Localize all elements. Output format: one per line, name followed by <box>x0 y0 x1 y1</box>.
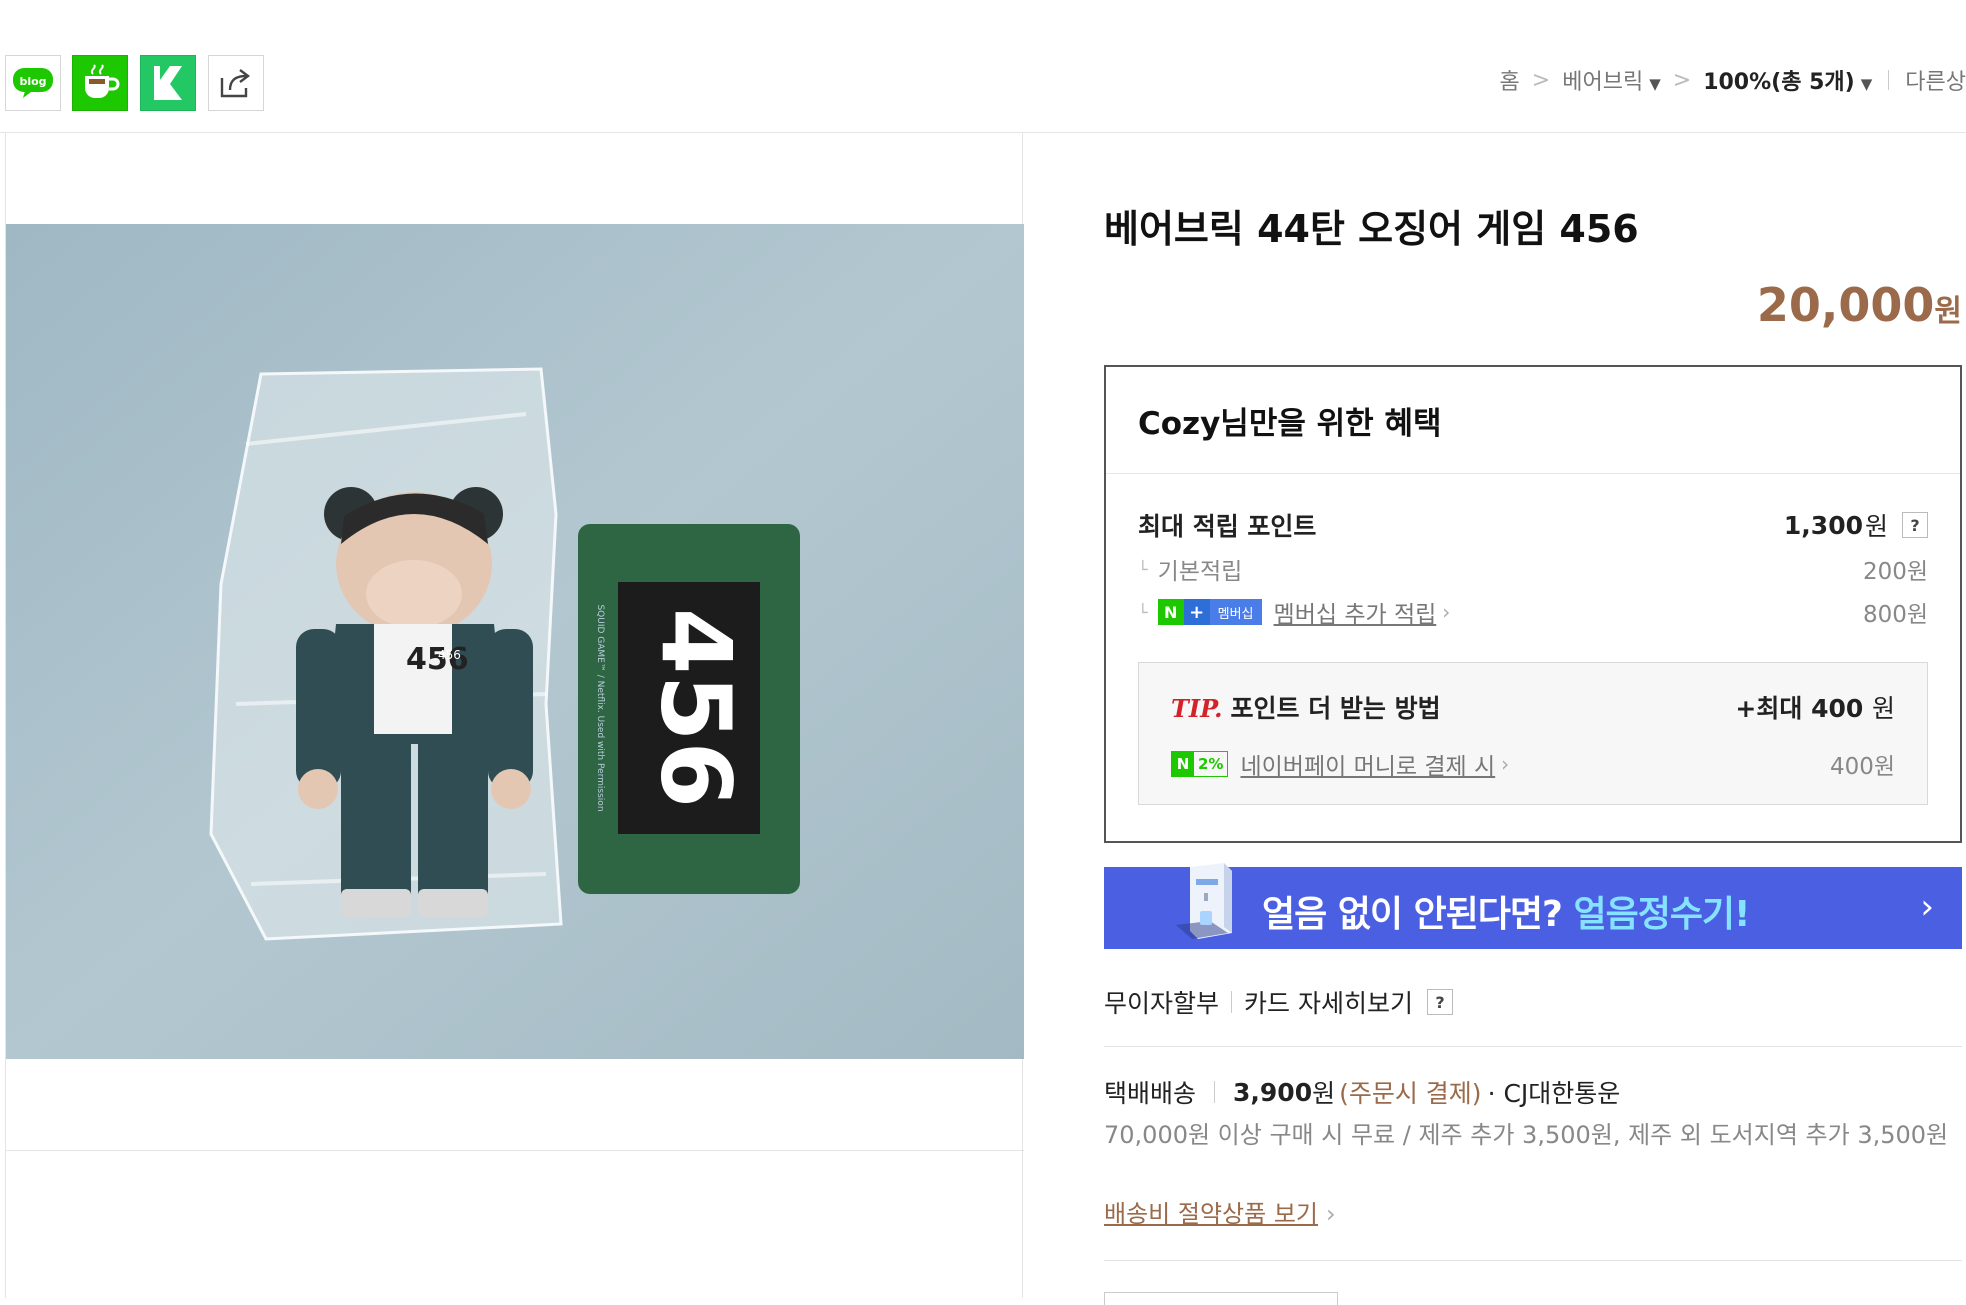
tip-amount-prefix: +최대 <box>1735 694 1803 723</box>
basic-points-value: 200원 <box>1862 559 1928 585</box>
svg-text:SQUID GAME™ / Netflix. Used wi: SQUID GAME™ / Netflix. Used with Permiss… <box>595 604 605 811</box>
membership-points-row: └ N + 멤버십 멤버십 추가 적립 › 800원 <box>1138 595 1928 629</box>
product-photo[interactable]: 456 456 456 SQUID GAME™ / Netflix. Used … <box>6 224 1024 1059</box>
tip-row: TIP. 포인트 더 받는 방법 +최대 400 원 <box>1171 689 1895 725</box>
band-share-button[interactable] <box>140 55 196 111</box>
shipping-fee: 3,900 <box>1233 1077 1313 1107</box>
npay-2percent-badge: N 2% <box>1171 751 1229 777</box>
tip-label: 포인트 더 받는 방법 <box>1230 694 1441 723</box>
shipping-method: 택배배송 <box>1104 1079 1197 1108</box>
banner-text: 얼음 없이 안된다면? 얼음정수기! <box>1262 885 1750 937</box>
chevron-right-icon[interactable]: › <box>1920 887 1934 927</box>
product-image-panel: 456 456 456 SQUID GAME™ / Netflix. Used … <box>5 132 1024 1298</box>
shipping-saver-label: 배송비 절약상품 보기 <box>1104 1200 1318 1228</box>
tip-amount-unit: 원 <box>1871 694 1895 723</box>
chevron-down-icon: ▼ <box>1860 75 1873 93</box>
divider <box>1104 1260 1962 1261</box>
max-points-label: 최대 적립 포인트 <box>1138 512 1317 541</box>
shipping-policy: 70,000원 이상 구매 시 무료 / 제주 추가 3,500원, 제주 외 … <box>1104 1121 1949 1149</box>
top-bar: blog 홈 > 베어브릭 ▼ > 100%(총 5개) ▼ 다른상 <box>0 0 1966 133</box>
membership-badge-label: 멤버십 <box>1209 599 1262 625</box>
share-button[interactable] <box>208 55 264 111</box>
blog-icon: blog <box>13 68 53 98</box>
cafe-icon <box>85 64 120 98</box>
tip-box: TIP. 포인트 더 받는 방법 +최대 400 원 N 2% 네이버페이 머니로 … <box>1138 662 1928 805</box>
blog-share-button[interactable]: blog <box>5 55 61 111</box>
shipping-courier: · CJ대한통운 <box>1487 1079 1621 1108</box>
breadcrumb: 홈 > 베어브릭 ▼ > 100%(총 5개) ▼ 다른상 <box>1500 64 1966 96</box>
chevron-right-icon: › <box>1501 752 1510 776</box>
divider <box>6 1150 1024 1151</box>
divider <box>1888 70 1890 90</box>
membership-points-value: 800원 <box>1862 602 1928 628</box>
membership-points-link[interactable]: 멤버십 추가 적립 <box>1274 595 1437 629</box>
chevron-right-icon: › <box>1325 1200 1336 1228</box>
breadcrumb-percent[interactable]: 100%(총 5개) ▼ <box>1703 64 1872 96</box>
chevron-right-icon: › <box>1442 600 1451 624</box>
water-purifier-icon <box>1176 863 1232 939</box>
divider <box>1104 1046 1962 1047</box>
shipping-saver-link[interactable]: 배송비 절약상품 보기 › <box>1104 1194 1336 1229</box>
shipping-fee-note: (주문시 결제) <box>1339 1079 1482 1108</box>
tip-amount-value: 400 <box>1811 694 1864 723</box>
benefit-box: Cozy님만을 위한 혜택 최대 적립 포인트 1,300 원 ? └ 기본적립 2… <box>1104 365 1962 843</box>
svg-text:456: 456 <box>640 608 752 808</box>
points-help-button[interactable]: ? <box>1902 512 1928 538</box>
max-points-unit: 원 <box>1864 512 1888 541</box>
product-title: 베어브릭 44탄 오징어 게임 456 <box>1104 207 1639 251</box>
basic-points-label: 기본적립 <box>1157 559 1243 585</box>
basic-points-row: └ 기본적립 200원 <box>1138 552 1928 586</box>
chevron-down-icon: ▼ <box>1649 75 1661 93</box>
max-points-value: 1,300 <box>1783 510 1863 540</box>
naver-membership-badge: N + 멤버십 <box>1157 599 1262 625</box>
npay-row: N 2% 네이버페이 머니로 결제 시 › 400원 <box>1171 747 1895 781</box>
card-help-button[interactable]: ? <box>1426 989 1453 1015</box>
tip-amount: +최대 400 원 <box>1735 689 1895 725</box>
npay-money-link[interactable]: 네이버페이 머니로 결제 시 <box>1240 747 1495 781</box>
tip-word: TIP. <box>1171 694 1223 723</box>
naver-pay-icon: N <box>1172 752 1194 776</box>
breadcrumb-home[interactable]: 홈 <box>1500 64 1520 96</box>
breadcrumb-separator: > <box>1672 67 1692 93</box>
shipping-row: 택배배송 3,900 원 (주문시 결제) · CJ대한통운 <box>1104 1074 1620 1110</box>
breadcrumb-category[interactable]: 베어브릭 ▼ <box>1562 64 1661 96</box>
svg-text:456: 456 <box>438 648 461 662</box>
price-value: 20,000 <box>1756 278 1935 332</box>
cafe-share-button[interactable] <box>72 55 128 111</box>
payment-row: 무이자할부 카드 자세히보기 ? <box>1104 984 1453 1020</box>
benefit-heading: Cozy님만을 위한 혜택 <box>1106 367 1960 474</box>
shipping-fee-unit: 원 <box>1312 1079 1336 1108</box>
svg-text:blog: blog <box>19 75 46 88</box>
divider <box>1214 1081 1216 1103</box>
max-points-row: 최대 적립 포인트 1,300 원 ? <box>1138 507 1928 543</box>
share-icon <box>220 69 250 98</box>
max-points-amount: 1,300 원 ? <box>1784 507 1928 543</box>
breadcrumb-category-label: 베어브릭 <box>1562 70 1644 95</box>
naver-n-icon: N <box>1157 599 1184 625</box>
option-select-box[interactable] <box>1104 1292 1338 1305</box>
banner-text-highlight: 얼음정수기! <box>1573 894 1750 935</box>
divider <box>1231 991 1233 1013</box>
product-price: 20,000원 <box>1757 278 1962 332</box>
npay-points-value: 400원 <box>1829 754 1895 780</box>
card-detail-link[interactable]: 카드 자세히보기 <box>1244 984 1413 1020</box>
tree-elbow-icon: └ <box>1138 602 1148 622</box>
banner-text-main: 얼음 없이 안된다면? <box>1262 894 1574 935</box>
breadcrumb-other-link[interactable]: 다른상 <box>1905 64 1966 96</box>
breadcrumb-separator: > <box>1531 67 1551 93</box>
installment-label: 무이자할부 <box>1104 989 1220 1018</box>
breadcrumb-percent-label: 100%(총 5개) <box>1703 70 1855 95</box>
plus-icon: + <box>1183 599 1210 625</box>
band-icon <box>154 66 182 100</box>
npay-badge-label: 2% <box>1198 755 1224 773</box>
ad-banner[interactable]: 얼음 없이 안된다면? 얼음정수기! › <box>1104 863 1962 949</box>
tree-elbow-icon: └ <box>1138 559 1148 579</box>
price-unit: 원 <box>1934 294 1962 329</box>
